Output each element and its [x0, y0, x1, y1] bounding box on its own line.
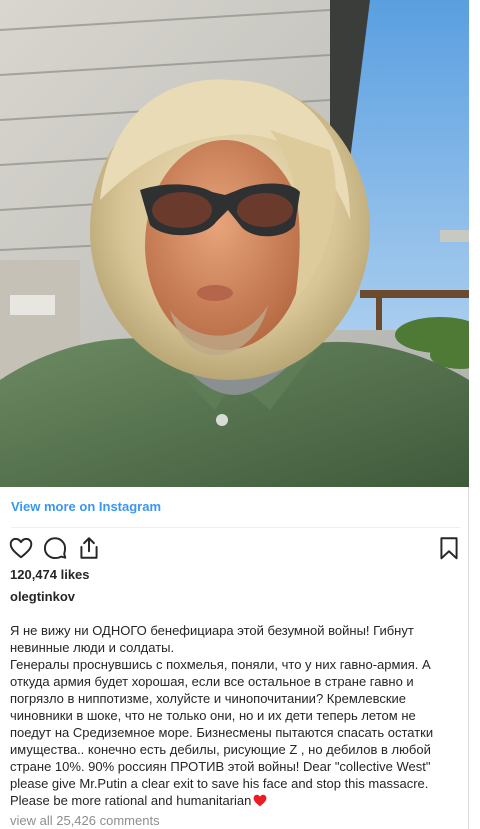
divider [11, 527, 460, 528]
action-bar [8, 535, 460, 561]
post-photo[interactable] [0, 0, 469, 487]
comment-bubble-icon[interactable] [42, 535, 68, 561]
share-icon[interactable] [76, 535, 102, 561]
heart-outline-icon[interactable] [8, 535, 34, 561]
username[interactable]: olegtinkov [10, 589, 75, 604]
selfie-image [0, 0, 469, 487]
red-heart-icon [253, 794, 267, 811]
bookmark-icon[interactable] [436, 535, 462, 561]
likes-count[interactable]: 120,474 likes [10, 567, 90, 582]
post-caption: Я не вижу ни ОДНОГО бенефициара этой без… [10, 622, 450, 811]
caption-text: Я не вижу ни ОДНОГО бенефициара этой без… [10, 623, 434, 808]
view-all-comments-link[interactable]: view all 25,426 comments [10, 813, 160, 828]
view-more-link[interactable]: View more on Instagram [11, 499, 161, 514]
instagram-embed-card: View more on Instagram 120,474 likes ole… [0, 0, 469, 829]
